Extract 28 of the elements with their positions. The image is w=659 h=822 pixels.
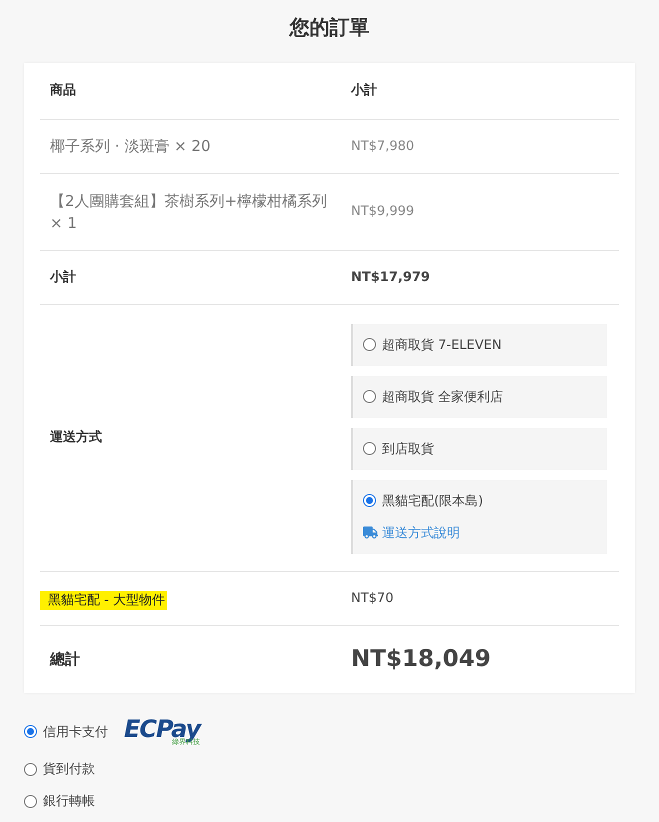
payment-method[interactable]: 貨到付款 xyxy=(24,760,635,778)
shipping-fee-label: 黑貓宅配 - 大型物件 xyxy=(40,590,167,610)
item-price: NT$9,999 xyxy=(351,203,416,222)
product-name: 椰子系列 · 淡斑膏 × 20 xyxy=(50,136,212,158)
product-name: 【2人團購套組】茶樹系列+檸檬柑橘系列 × 1 xyxy=(50,190,328,234)
shipping-fee-value: NT$70 xyxy=(351,590,394,608)
truck-icon xyxy=(363,525,378,540)
radio-button[interactable] xyxy=(24,794,37,808)
column-header: 商品 xyxy=(50,82,77,100)
total-label: 總計 xyxy=(50,649,81,670)
payment-method[interactable]: 銀行轉帳 xyxy=(24,792,635,810)
shipping-label: 運送方式 xyxy=(50,428,103,448)
subtotal-label: 小計 xyxy=(50,268,77,287)
radio-button[interactable] xyxy=(363,338,376,351)
shipping-radio-label[interactable]: 到店取貨 xyxy=(363,440,597,458)
total-value: NT$18,049 xyxy=(351,645,492,674)
shipping-radio-label[interactable]: 超商取貨 全家便利店 xyxy=(363,388,597,406)
radio-button[interactable] xyxy=(24,762,37,776)
shipping-radio-label[interactable]: 超商取貨 7-ELEVEN xyxy=(363,336,597,354)
page-title: 您的訂單 xyxy=(288,14,370,41)
radio-button[interactable] xyxy=(363,390,376,403)
shipping-radio-label[interactable]: 黑貓宅配(限本島) xyxy=(363,492,597,510)
item-price: NT$7,980 xyxy=(351,138,416,156)
radio-button[interactable] xyxy=(24,725,37,738)
radio-button[interactable] xyxy=(363,494,376,507)
column-header: 小計 xyxy=(351,82,378,100)
radio-button[interactable] xyxy=(363,442,376,455)
subtotal-value: NT$17,979 xyxy=(351,268,431,287)
